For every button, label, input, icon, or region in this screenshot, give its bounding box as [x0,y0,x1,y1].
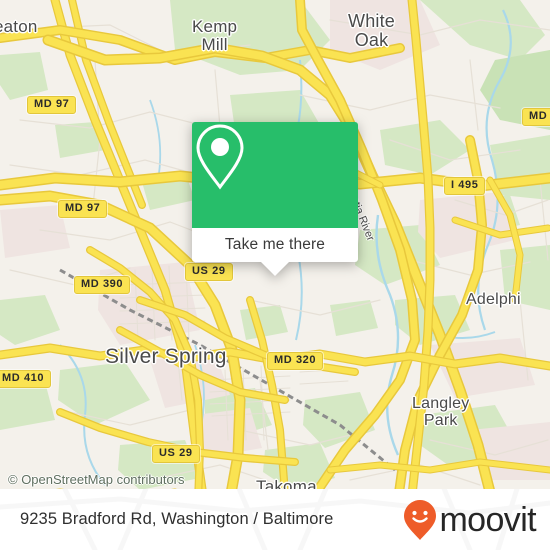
footer-content: 9235 Bradford Rd, Washington / Baltimore… [0,489,550,550]
road-shield-md-390: MD 390 [74,276,131,294]
map-label-silver-spring: Silver Spring [105,345,227,368]
popup-icon-area [192,122,358,228]
road-shield-us-29-upper: US 29 [185,263,233,281]
footer-bar: 9235 Bradford Rd, Washington / Baltimore… [0,489,550,550]
road-shield-md-320: MD 320 [267,352,324,370]
road-shield-md-410: MD 410 [0,370,52,388]
map-pin-icon [196,124,244,190]
map-label-white-oak: White Oak [348,11,396,50]
map-label-adelphi: Adelphi [466,291,521,308]
road-shield-us-29-lower: US 29 [152,445,200,463]
moovit-smiley-pin-icon [404,499,437,540]
openstreetmap-attribution[interactable]: © OpenStreetMap contributors [8,472,185,487]
road-shield-i-495: I 495 [444,177,486,195]
take-me-there-button[interactable]: Take me there [225,236,325,254]
moovit-map-screenshot: .green { fill:#D5E8C4; } .green2 { fill:… [0,0,550,550]
popup-cta-area[interactable]: Take me there [192,228,358,262]
location-popup-card[interactable]: Take me there [192,122,358,276]
map-canvas[interactable]: .green { fill:#D5E8C4; } .green2 { fill:… [0,0,550,550]
map-label-kemp-mill: Kemp Mill [192,17,238,54]
moovit-brand-logo[interactable]: moovit [403,499,537,541]
moovit-wordmark: moovit [439,500,536,539]
destination-address: 9235 Bradford Rd, Washington / Baltimore [20,510,334,528]
popup-tail [261,262,289,276]
road-shield-md: MD [522,108,550,126]
map-label-wheaton: eaton [0,17,38,36]
map-label-langley-park: Langley Park [412,395,470,429]
road-shield-md-97-north: MD 97 [27,96,77,114]
road-shield-md-97-south: MD 97 [58,200,108,218]
